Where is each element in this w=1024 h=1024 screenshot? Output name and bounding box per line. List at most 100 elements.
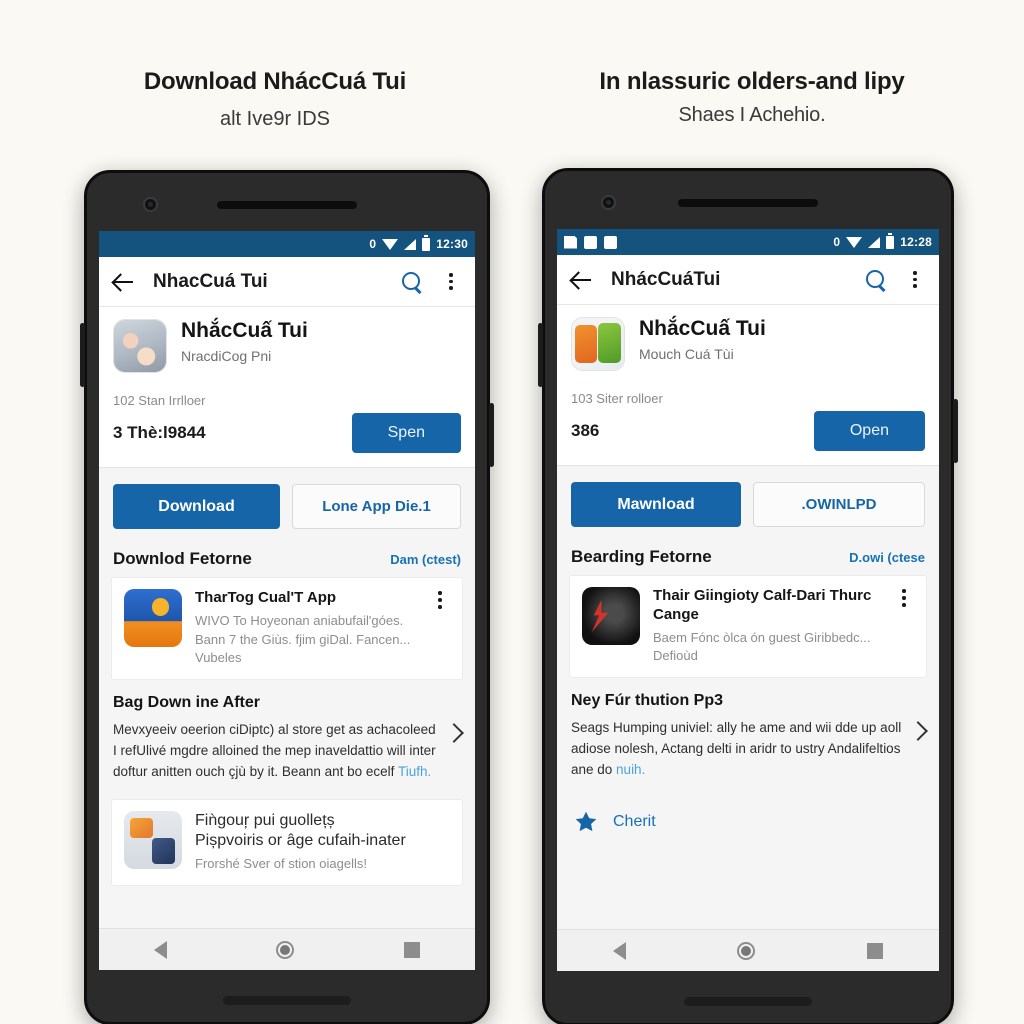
right-info-block[interactable]: Ney Fúr thution Pp3 Seags Humping univie… — [557, 678, 939, 791]
app-card-icon — [124, 589, 182, 647]
left-section-header: Downlod Fetorne Dam (ctest) — [99, 539, 475, 577]
left-card-sub-2: Bann 7 the Giùs. fjim giDal. Fancen... — [195, 631, 411, 647]
left-phone-device: 0 12:30 NhacCuá Tui NhắcCuấ Tui NracdiCo… — [80, 170, 494, 1024]
right-notification-count: 0 — [833, 235, 841, 249]
right-section-title: Bearding Fetorne — [571, 547, 712, 566]
right-card-sub-2: Defioùd — [653, 648, 698, 664]
right-app-info-top: NhắcCuấ Tui Mouch Cuá Tùi — [571, 317, 925, 371]
left-app-info-top: NhắcCuấ Tui NracdiCog Pni — [113, 319, 461, 373]
left-section-title: Downlod Fetorne — [113, 549, 252, 568]
right-status-notification-icons — [564, 235, 617, 249]
left-secondary-card[interactable]: Fiǹgouŗ pui guollețș Pișpvoiris or âge c… — [111, 799, 463, 886]
power-button[interactable] — [953, 399, 958, 463]
left-clock: 12:30 — [436, 237, 468, 251]
overflow-menu-icon[interactable] — [905, 269, 925, 291]
battery-icon — [422, 234, 431, 251]
left-block-title: Bag Down ine After — [113, 694, 260, 712]
screenshot-root: Download NhácCuá Tui alt Ive9r IDS In nl… — [0, 0, 1024, 1024]
open-button[interactable]: Spen — [351, 413, 461, 453]
dot — [449, 279, 453, 284]
overflow-menu-icon[interactable] — [894, 587, 914, 609]
download-button[interactable]: Download — [113, 484, 280, 529]
nav-recent-icon[interactable] — [404, 941, 421, 958]
right-app-meta-row: 386 Open — [571, 411, 925, 451]
signal-icon — [868, 236, 881, 248]
battery-icon — [886, 232, 895, 249]
left-app-card[interactable]: TharTog Cual'T App WIVO To Hoyeonan ania… — [111, 577, 463, 681]
right-app-count: 386 — [571, 421, 600, 440]
right-caption-title-2: Shaes I Achehio. — [678, 103, 826, 126]
volume-button[interactable] — [80, 323, 85, 387]
right-card-sub-1: Baem Fónc òlca ón guest Giribbedc... — [653, 629, 871, 645]
power-button[interactable] — [489, 403, 494, 467]
left-block-text: Mevxyeeiv oeerion ciDiptc) al store get … — [113, 720, 439, 783]
right-block-link[interactable]: nuih. — [616, 762, 645, 777]
secondary-action-button[interactable]: Lone App Die.1 — [292, 484, 461, 529]
left-app-text: NhắcCuấ Tui NracdiCog Pni — [181, 319, 308, 364]
dot — [913, 284, 917, 289]
download-button[interactable]: Mawnload — [571, 482, 741, 527]
left-caption-subtitle: alt Ive9r IDS — [219, 107, 331, 130]
volume-button[interactable] — [538, 323, 543, 387]
star-icon[interactable] — [573, 809, 599, 835]
chevron-right-icon[interactable] — [444, 723, 464, 744]
right-app-bar-title: NhácCuáTui — [611, 268, 721, 290]
right-phone-device: 0 12:28 NhácCuáTui NhắcCuấ Tui Mouch Cuá… — [538, 168, 958, 1024]
collage-icon — [124, 811, 182, 870]
right-app-bar: NhácCuáTui — [557, 255, 939, 305]
nav-recent-icon[interactable] — [867, 942, 884, 959]
chevron-right-icon[interactable] — [908, 721, 928, 742]
dot — [449, 272, 453, 277]
dot — [902, 602, 906, 607]
dot — [902, 589, 906, 594]
overflow-menu-icon[interactable] — [430, 589, 450, 611]
nav-home-icon[interactable] — [737, 941, 756, 960]
back-arrow-icon[interactable] — [571, 269, 593, 291]
secondary-action-button[interactable]: .OWINLPD — [753, 482, 925, 527]
left-info-block[interactable]: Bag Down ine After Mevxyeeiv oeerion ciD… — [99, 680, 475, 794]
front-camera-icon — [143, 197, 158, 212]
right-caption: In nlassuric olders-and lipy Shaes I Ach… — [552, 68, 952, 127]
nav-home-icon[interactable] — [276, 940, 295, 959]
overflow-menu-icon[interactable] — [441, 271, 461, 293]
left-notification-count: 0 — [369, 237, 377, 251]
back-arrow-icon[interactable] — [113, 271, 135, 293]
nav-back-icon[interactable] — [153, 940, 167, 959]
app-icon-green-orange — [571, 317, 625, 371]
left-status-right: 0 12:30 — [369, 234, 468, 251]
right-content-body: Mawnload .OWINLPD Bearding Fetorne D.owi… — [557, 466, 939, 929]
left-secondary-card-body: Fiǹgouŗ pui guollețș Pișpvoiris or âge c… — [195, 811, 450, 874]
bottom-speaker — [684, 997, 812, 1006]
app-icon-art — [572, 318, 624, 370]
right-action-buttons: Mawnload .OWINLPD — [557, 466, 939, 537]
nav-back-icon[interactable] — [612, 941, 626, 960]
left-app-bar-title: NhacCuá Tui — [153, 270, 268, 292]
right-phone-screen: 0 12:28 NhácCuáTui NhắcCuấ Tui Mouch Cuá… — [557, 229, 939, 971]
search-icon[interactable] — [865, 269, 887, 291]
right-section-action-link[interactable]: D.owi (ctese — [849, 550, 925, 565]
left-secondary-card-title-1: Fiǹgouŗ pui guollețș — [195, 812, 335, 830]
dot — [438, 591, 442, 596]
left-app-info: NhắcCuấ Tui NracdiCog Pni 102 Stan Irrll… — [99, 307, 475, 467]
left-block-link[interactable]: Tiufh. — [398, 764, 431, 779]
left-app-name: NhắcCuấ Tui — [181, 319, 308, 342]
earpiece-speaker — [678, 199, 818, 207]
left-action-buttons: Download Lone App Die.1 — [99, 468, 475, 539]
dot — [913, 277, 917, 282]
open-button[interactable]: Open — [813, 411, 925, 451]
left-app-meta-row: 3 Thè:l9844 Spen — [113, 413, 461, 453]
left-block-paragraph: Mevxyeeiv oeerion ciDiptc) al store get … — [113, 722, 436, 780]
left-card-title: TharTog Cual'T App — [195, 589, 337, 606]
left-status-bar: 0 12:30 — [99, 231, 475, 257]
left-secondary-card-sub: Frorshé Sver of stion oiagells! — [195, 856, 367, 872]
favorite-row[interactable]: Cherit — [557, 791, 939, 853]
right-caption-title: In nlassuric olders-and lipy — [599, 68, 905, 95]
right-section-header: Bearding Fetorne D.owi (ctese — [557, 537, 939, 575]
left-section-action-link[interactable]: Dam (ctest) — [390, 552, 461, 567]
right-app-developer: Mouch Cuá Tùi — [639, 346, 734, 363]
card-icon-art — [124, 589, 182, 647]
right-app-card[interactable]: Thair Giingioty Calf-Dari Thurc Cange Ba… — [569, 575, 927, 679]
right-clock: 12:28 — [900, 235, 932, 249]
search-icon[interactable] — [401, 271, 423, 293]
right-app-meta: 103 Siter rolloer — [571, 391, 663, 406]
